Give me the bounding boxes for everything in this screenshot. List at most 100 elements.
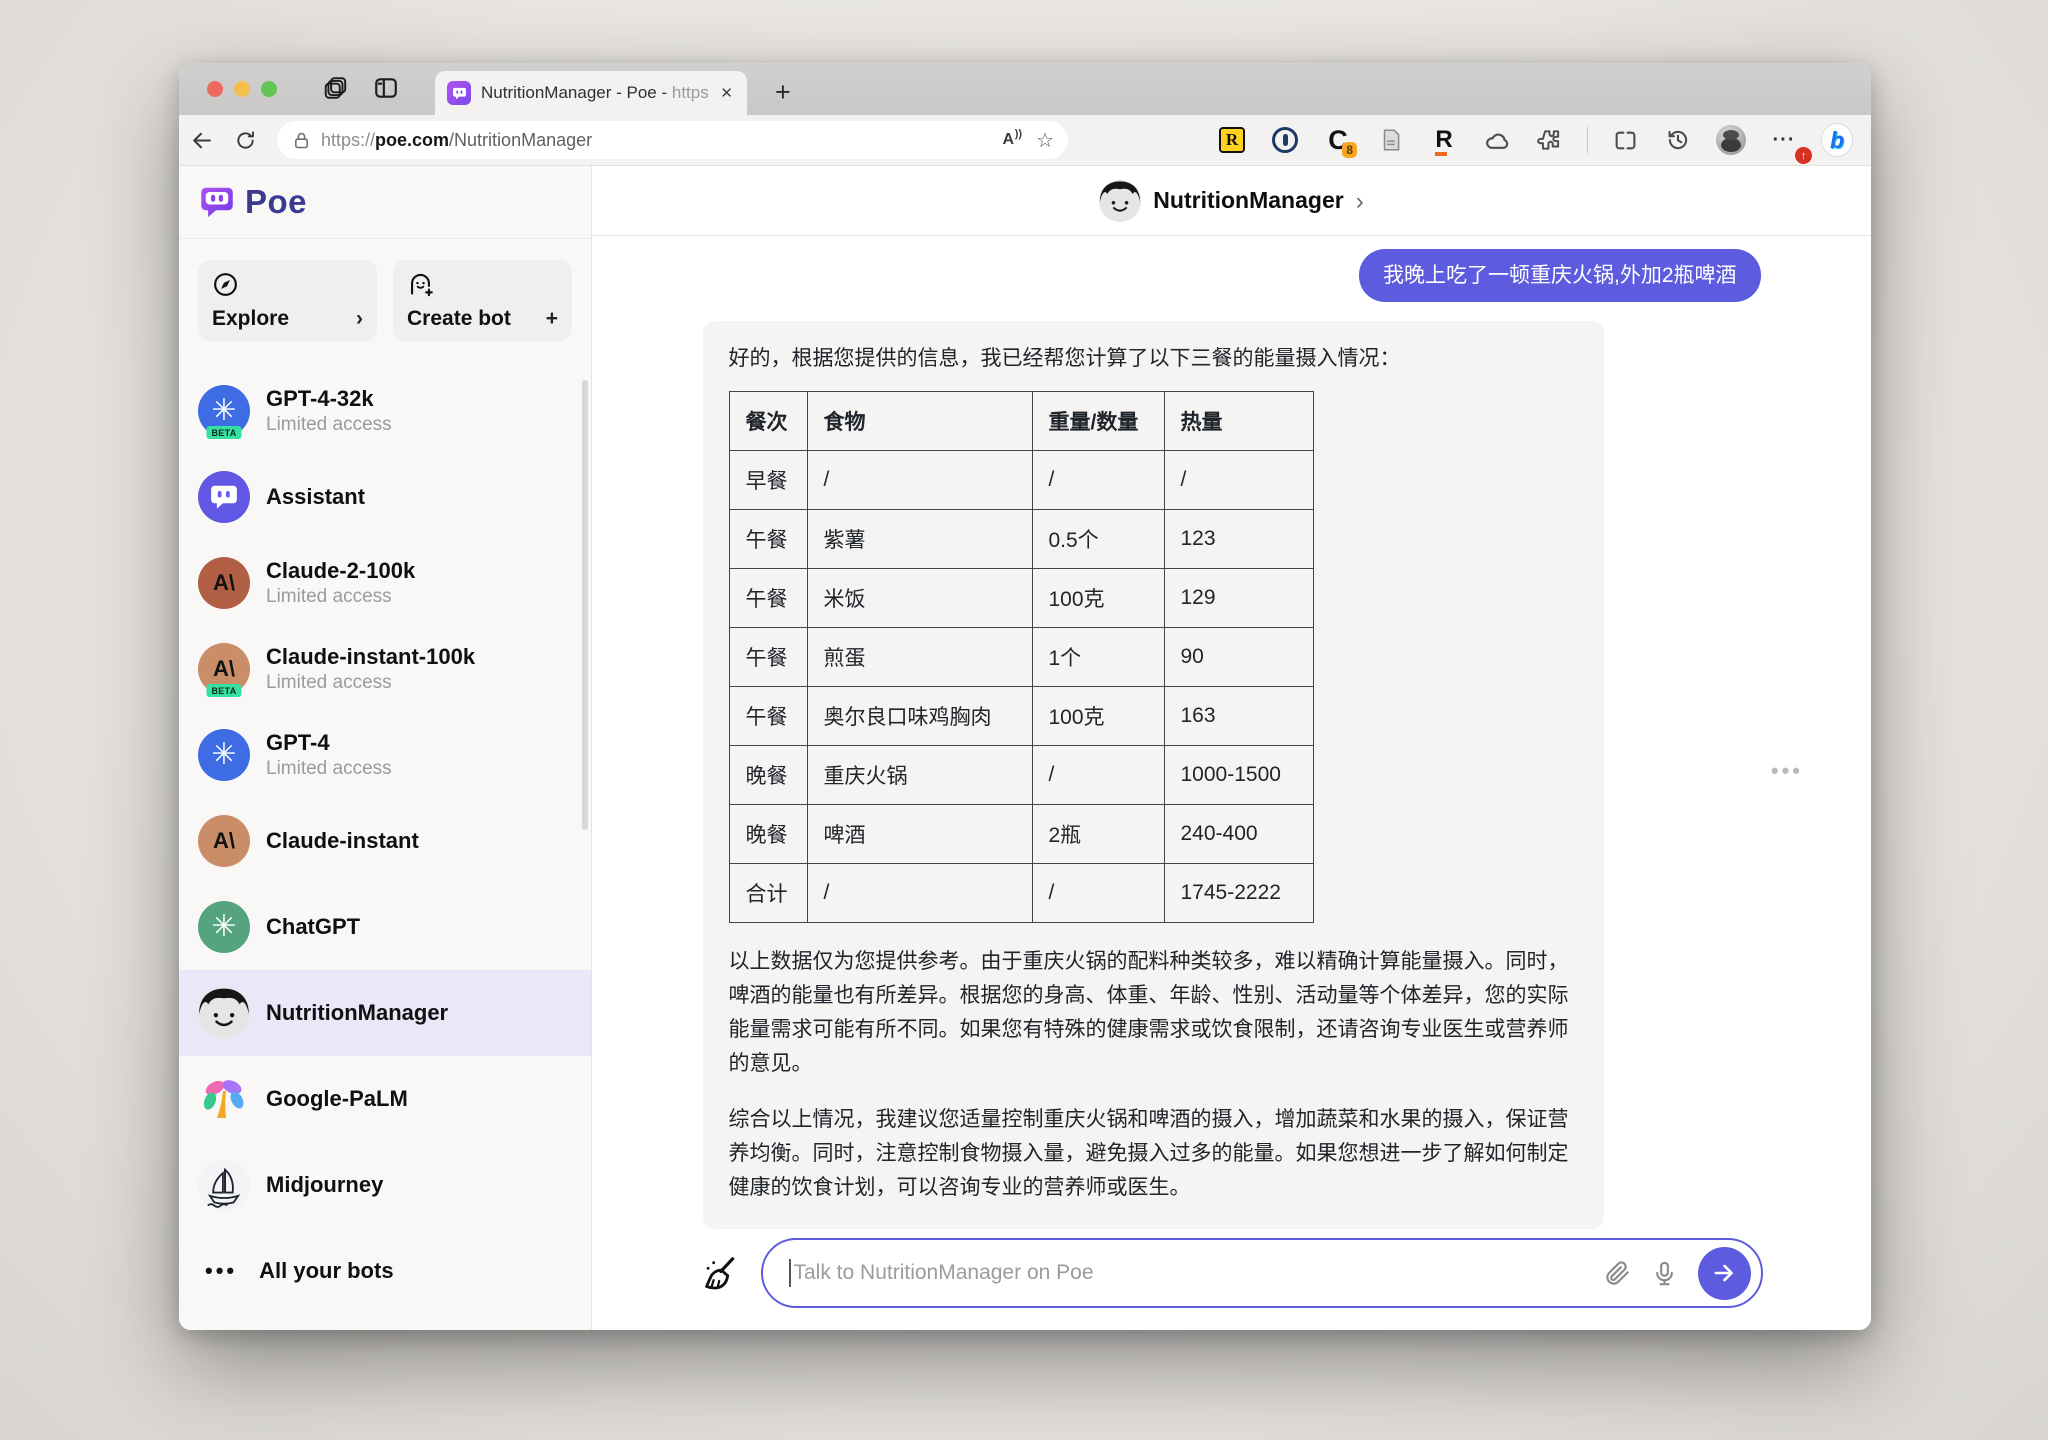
sidebar-item-chatgpt[interactable]: ✳ ChatGPT <box>179 884 591 970</box>
read-aloud-icon[interactable]: A)) <box>1003 131 1015 149</box>
create-bot-button[interactable]: Create bot + <box>393 260 572 341</box>
r-extension-icon[interactable]: R <box>1216 124 1248 156</box>
beta-badge: BETA <box>206 426 241 439</box>
colorzilla-icon[interactable]: C8 <box>1322 124 1354 156</box>
send-button[interactable] <box>1698 1247 1751 1300</box>
openai-icon: ✳BETA <box>198 385 250 437</box>
compass-icon <box>212 271 363 298</box>
anthropic-icon: A\BETA <box>198 643 250 695</box>
reader-extension-icon[interactable]: R <box>1428 124 1460 156</box>
message-input[interactable] <box>794 1261 1604 1285</box>
browser-toolbar: https://poe.com/NutritionManager A)) ☆ R… <box>179 115 1871 166</box>
poe-favicon-icon <box>447 81 471 105</box>
nutritionmanager-avatar <box>198 987 250 1039</box>
browser-window: NutritionManager - Poe - https ✕ + https… <box>179 63 1871 1330</box>
sidebar-item-midjourney[interactable]: Midjourney <box>179 1142 591 1228</box>
tab-bar: NutritionManager - Poe - https ✕ + <box>179 63 1871 115</box>
poe-logo[interactable]: Poe <box>179 166 591 239</box>
bot-plus-icon <box>407 271 558 298</box>
table-row: 午餐紫薯0.5个123 <box>729 509 1313 568</box>
user-message-bubble: 我晚上吃了一顿重庆火锅,外加2瓶啤酒 <box>1359 249 1761 302</box>
openai-icon: ✳ <box>198 901 250 953</box>
explore-button[interactable]: Explore › <box>198 260 377 341</box>
zoom-window-button[interactable] <box>261 81 277 97</box>
col-header: 热量 <box>1164 391 1313 450</box>
onepassword-icon[interactable] <box>1269 124 1301 156</box>
col-header: 重量/数量 <box>1032 391 1164 450</box>
sidebar-item-claude-instant[interactable]: A\ Claude-instant <box>179 798 591 884</box>
col-header: 食物 <box>807 391 1032 450</box>
window-controls <box>207 81 277 97</box>
col-header: 餐次 <box>729 391 807 450</box>
address-bar[interactable]: https://poe.com/NutritionManager A)) ☆ <box>277 121 1068 159</box>
extensions-puzzle-icon[interactable] <box>1534 124 1566 156</box>
beta-badge: BETA <box>206 684 241 697</box>
profile-avatar[interactable] <box>1715 124 1747 156</box>
bot-list: ✳BETA GPT-4-32kLimited access Assistant … <box>179 368 591 1314</box>
history-icon[interactable] <box>1662 124 1694 156</box>
poe-logo-icon <box>199 184 235 220</box>
text-cursor <box>789 1259 791 1287</box>
palm-tree-icon <box>198 1073 250 1125</box>
clear-context-broom-icon[interactable] <box>701 1254 739 1292</box>
sidebar-item-google-palm[interactable]: Google-PaLM <box>179 1056 591 1142</box>
chat-header[interactable]: NutritionManager › <box>592 166 1871 236</box>
table-row: 早餐/// <box>729 450 1313 509</box>
chat-input-bar <box>592 1238 1871 1308</box>
ellipsis-icon: ••• <box>205 1258 237 1284</box>
new-tab-button[interactable]: + <box>775 77 791 108</box>
sidebar-item-claude-2-100k[interactable]: A\ Claude-2-100kLimited access <box>179 540 591 626</box>
openai-icon: ✳ <box>198 729 250 781</box>
chat-panel: NutritionManager › 我晚上吃了一顿重庆火锅,外加2瓶啤酒 好的… <box>592 166 1871 1330</box>
chat-title: NutritionManager <box>1153 187 1343 214</box>
sidebar: Poe Explore › Create bot + <box>179 166 592 1330</box>
sidebar-item-gpt-4[interactable]: ✳ GPT-4Limited access <box>179 712 591 798</box>
sailboat-icon <box>198 1159 250 1211</box>
sidebar-item-assistant[interactable]: Assistant <box>179 454 591 540</box>
sidebar-scrollbar[interactable] <box>582 380 588 830</box>
workspaces-icon[interactable] <box>323 75 349 101</box>
toolbar-divider <box>1587 127 1588 153</box>
settings-more-icon[interactable]: ···↑ <box>1768 124 1800 156</box>
bot-message: 好的，根据您提供的信息，我已经帮您计算了以下三餐的能量摄入情况： 餐次 食物 重… <box>703 321 1604 1229</box>
table-row: 午餐煎蛋1个90 <box>729 627 1313 686</box>
poe-logo-text: Poe <box>245 183 307 221</box>
url-text: https://poe.com/NutritionManager <box>321 130 994 151</box>
message-input-container[interactable] <box>761 1238 1763 1308</box>
browser-tab[interactable]: NutritionManager - Poe - https ✕ <box>435 71 747 115</box>
bot-message-paragraph: 以上数据仅为您提供参考。由于重庆火锅的配料种类较多，难以精确计算能量摄入。同时，… <box>729 945 1578 1081</box>
nutritionmanager-avatar <box>1099 180 1141 222</box>
sidebar-item-all-your-bots[interactable]: ••• All your bots <box>179 1228 591 1314</box>
lock-icon <box>291 130 312 151</box>
extensions-row: R C8 R ···↑ b <box>1216 124 1853 156</box>
cloud-extension-icon[interactable] <box>1481 124 1513 156</box>
table-row: 晚餐重庆火锅/1000-1500 <box>729 745 1313 804</box>
microphone-icon[interactable] <box>1651 1260 1678 1287</box>
bing-copilot-icon[interactable]: b <box>1821 124 1853 156</box>
vertical-tabs-icon[interactable] <box>373 75 399 101</box>
extension-badge: 8 <box>1342 142 1357 158</box>
chevron-right-icon: › <box>1356 188 1364 216</box>
plus-icon: + <box>546 307 558 331</box>
tab-close-icon[interactable]: ✕ <box>718 84 735 102</box>
bot-message-intro: 好的，根据您提供的信息，我已经帮您计算了以下三餐的能量摄入情况： <box>729 343 1578 375</box>
message-actions-icon[interactable]: ••• <box>1771 758 1803 784</box>
document-extension-icon[interactable] <box>1375 124 1407 156</box>
table-row: 合计//1745-2222 <box>729 863 1313 922</box>
update-badge: ↑ <box>1795 147 1812 164</box>
sidebar-item-nutritionmanager[interactable]: NutritionManager <box>179 970 591 1056</box>
chevron-right-icon: › <box>356 307 363 331</box>
split-screen-icon[interactable] <box>1609 124 1641 156</box>
nutrition-table: 餐次 食物 重量/数量 热量 早餐/// <box>729 391 1314 923</box>
sidebar-item-gpt-4-32k[interactable]: ✳BETA GPT-4-32kLimited access <box>179 368 591 454</box>
back-icon[interactable] <box>179 128 223 153</box>
sidebar-item-claude-instant-100k[interactable]: A\BETA Claude-instant-100kLimited access <box>179 626 591 712</box>
attach-file-icon[interactable] <box>1604 1260 1631 1287</box>
favorite-star-icon[interactable]: ☆ <box>1036 128 1054 153</box>
anthropic-icon: A\ <box>198 557 250 609</box>
bot-message-paragraph: 综合以上情况，我建议您适量控制重庆火锅和啤酒的摄入，增加蔬菜和水果的摄入，保证营… <box>729 1103 1578 1205</box>
refresh-icon[interactable] <box>223 129 267 152</box>
minimize-window-button[interactable] <box>234 81 250 97</box>
close-window-button[interactable] <box>207 81 223 97</box>
table-row: 晚餐啤酒2瓶240-400 <box>729 804 1313 863</box>
